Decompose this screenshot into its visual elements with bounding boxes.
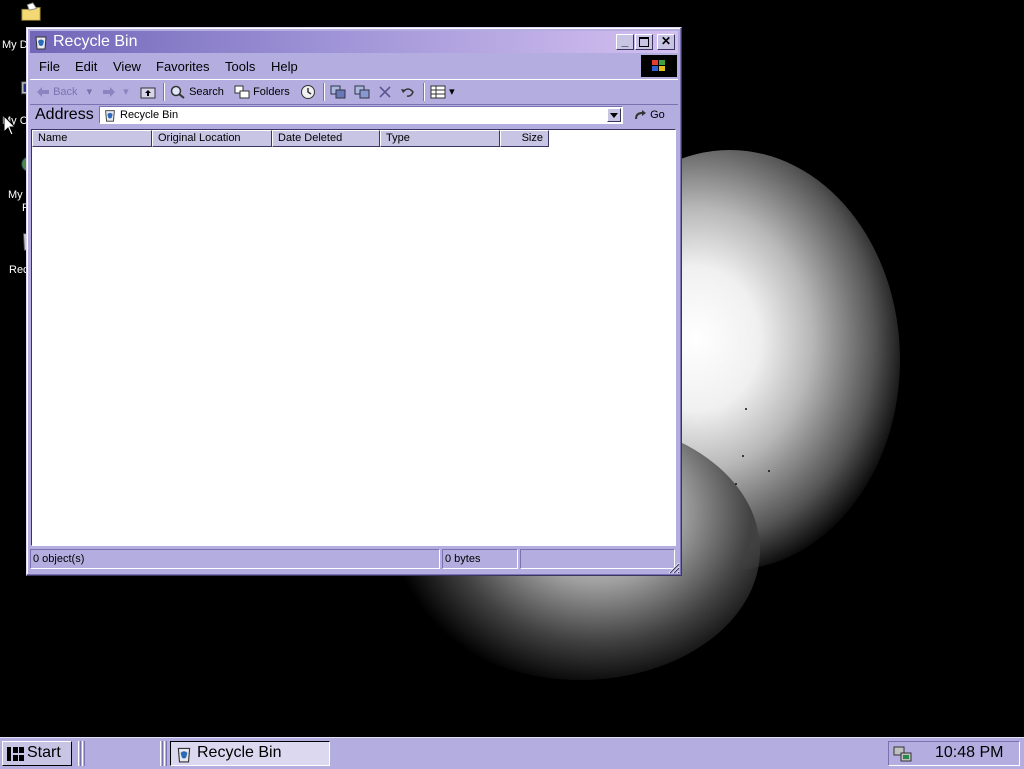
taskbar-button-recycle-bin[interactable]: Recycle Bin [170,741,330,766]
views-dropdown-icon[interactable]: ▾ [449,86,455,98]
mouse-cursor-icon [3,115,17,136]
column-header-name[interactable]: Name [32,130,152,147]
column-header-date-deleted[interactable]: Date Deleted [272,130,380,147]
views-icon [430,85,446,99]
window-title: Recycle Bin [53,33,138,50]
go-label: Go [650,109,665,121]
column-header-original-location[interactable]: Original Location [152,130,272,147]
folder-icon [21,2,41,21]
copy-to-button[interactable] [354,84,370,100]
wallpaper-speck [745,408,747,410]
history-button[interactable] [300,84,316,100]
toolbar-grip[interactable] [82,741,85,766]
wallpaper-speck [768,470,770,472]
up-folder-button[interactable] [140,84,156,100]
back-arrow-icon [37,87,49,98]
menu-file[interactable]: File [39,59,60,74]
windows-flag-icon [7,747,24,761]
column-header-type[interactable]: Type [380,130,500,147]
toolbar-grip[interactable] [164,741,167,766]
menu-help[interactable]: Help [271,59,298,74]
undo-button[interactable] [400,84,416,100]
go-button[interactable]: Go [633,107,665,125]
views-button[interactable]: ▾ [430,84,455,100]
search-button[interactable]: Search [170,84,224,100]
address-dropdown-button[interactable] [607,108,621,122]
search-label: Search [189,86,224,98]
address-value: Recycle Bin [120,109,179,121]
wallpaper-speck [735,483,737,485]
status-bar: 0 object(s) 0 bytes [30,548,678,570]
folders-icon [234,85,250,99]
close-button[interactable]: ✕ [657,34,675,50]
toolbar-grip[interactable] [78,741,81,766]
recycle-bin-icon [177,747,191,763]
maximize-icon [639,37,649,47]
up-folder-icon [140,87,156,99]
menu-edit[interactable]: Edit [75,59,97,74]
forward-button[interactable]: ▾ [102,84,129,100]
system-tray: 10:48 PM [888,741,1020,766]
folders-button[interactable]: Folders [234,84,290,100]
minimize-icon: _ [621,34,629,48]
file-list-view[interactable]: Name Original Location Date Deleted Type… [31,129,676,546]
minimize-button[interactable]: _ [616,34,634,50]
toolbar-separator [323,83,325,101]
menu-tools[interactable]: Tools [225,59,255,74]
windows-logo [641,55,677,77]
taskbar-button-label: Recycle Bin [197,744,282,761]
delete-button[interactable] [378,84,392,100]
column-header-size[interactable]: Size [500,130,549,147]
desktop-icon-label: My [8,189,23,201]
recycle-bin-window[interactable]: Recycle Bin _ ✕ File Edit View Favorites… [26,27,682,576]
taskbar: Start Recycle Bin 10:48 PM [0,737,1024,769]
status-zone [520,549,675,569]
close-icon: ✕ [660,34,672,48]
column-headers: Name Original Location Date Deleted Type… [32,130,675,147]
chevron-down-icon [610,113,618,118]
menu-favorites[interactable]: Favorites [156,59,209,74]
title-bar[interactable]: Recycle Bin _ ✕ [30,31,678,53]
recycle-bin-icon [105,110,115,122]
folders-label: Folders [253,86,290,98]
address-label: Address [35,106,94,123]
back-dropdown-icon[interactable]: ▾ [87,86,93,98]
toolbar-separator [163,83,165,101]
back-button[interactable]: Back ▾ [36,84,92,100]
toolbar-separator [423,83,425,101]
status-object-count: 0 object(s) [30,549,440,569]
windows-flag-icon [652,60,665,71]
address-input[interactable]: Recycle Bin [99,106,623,124]
address-bar: Address Recycle Bin Go [30,105,678,127]
delete-x-icon [379,86,391,98]
move-to-button[interactable] [330,84,346,100]
desktop-icon-label: My D [2,39,28,51]
forward-dropdown-icon[interactable]: ▾ [123,86,129,98]
menu-view[interactable]: View [113,59,141,74]
status-size: 0 bytes [442,549,518,569]
forward-arrow-icon [103,87,115,98]
back-label: Back [53,86,78,98]
clock[interactable]: 10:48 PM [935,743,1003,763]
move-to-icon [330,85,346,99]
start-label: Start [27,744,61,761]
copy-to-icon [354,85,370,99]
go-arrow-icon [635,110,646,120]
standard-toolbar: Back ▾ ▾ Search Folders ▾ [30,79,678,105]
history-icon [301,85,315,100]
start-button[interactable]: Start [2,741,72,766]
undo-icon [401,88,414,97]
maximize-button[interactable] [635,34,653,50]
search-icon [170,85,185,99]
toolbar-grip[interactable] [160,741,163,766]
resize-grip-icon[interactable] [668,562,680,574]
menu-bar: File Edit View Favorites Tools Help [30,55,678,77]
wallpaper-speck [742,455,744,457]
recycle-bin-icon [35,36,47,50]
network-connection-icon[interactable] [893,745,913,763]
